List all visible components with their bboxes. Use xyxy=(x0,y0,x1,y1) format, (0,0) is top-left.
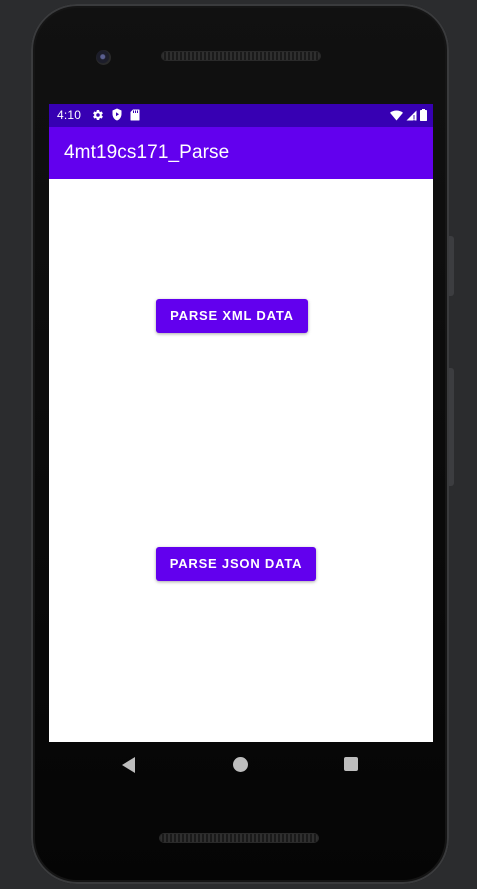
settings-icon xyxy=(93,109,103,120)
status-time: 4:10 xyxy=(57,108,82,122)
front-camera-icon xyxy=(96,50,111,65)
home-icon[interactable] xyxy=(233,757,248,772)
emulator-stage: 4:10 4mt19cs171_Parse PARSE XML DATA PAR… xyxy=(0,0,477,889)
back-icon[interactable] xyxy=(122,757,135,773)
battery-icon xyxy=(420,109,427,121)
app-bar: 4mt19cs171_Parse xyxy=(49,127,433,179)
notification-icons xyxy=(92,108,140,121)
navigation-bar xyxy=(49,742,433,788)
wifi-icon xyxy=(390,110,403,120)
volume-button[interactable] xyxy=(449,368,454,486)
cellular-signal-icon xyxy=(406,110,417,120)
parse-json-button[interactable]: PARSE JSON DATA xyxy=(156,547,316,581)
system-status-icons xyxy=(390,109,427,121)
status-bar: 4:10 xyxy=(49,104,433,127)
play-protect-icon xyxy=(112,108,122,121)
power-button[interactable] xyxy=(449,236,454,296)
parse-xml-button[interactable]: PARSE XML DATA xyxy=(156,299,308,333)
app-title: 4mt19cs171_Parse xyxy=(64,142,230,163)
recents-icon[interactable] xyxy=(344,757,358,771)
earpiece-speaker xyxy=(162,52,320,60)
device-screen: 4:10 4mt19cs171_Parse PARSE XML DATA PAR… xyxy=(49,104,433,742)
sd-card-icon xyxy=(130,109,140,120)
bottom-speaker xyxy=(160,834,318,842)
